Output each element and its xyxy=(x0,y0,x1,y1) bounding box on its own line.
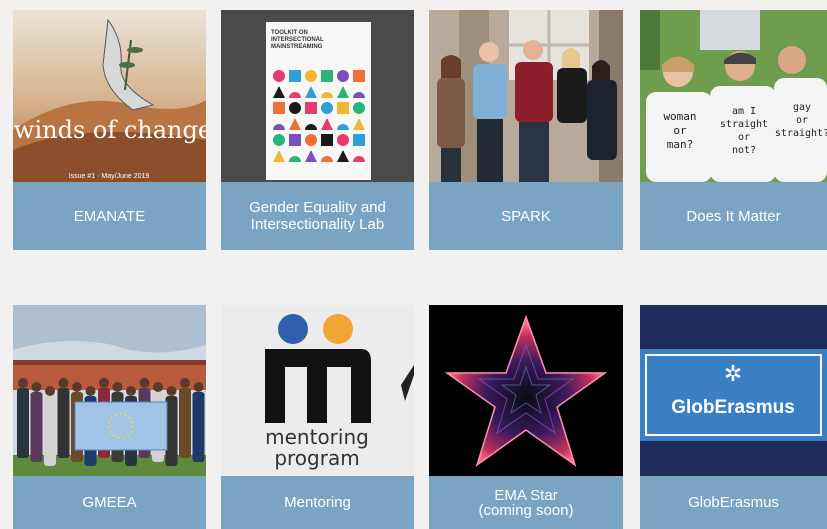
svg-text:not?: not? xyxy=(732,145,756,156)
card-caption: EMA Star (coming soon) xyxy=(429,476,623,529)
toolkit-cover-image: TOOLKIT ON INTERSECTIONAL MAINSTREAMING xyxy=(221,10,414,182)
person-head xyxy=(126,386,136,396)
toolkit-shape xyxy=(273,134,285,146)
card-emanate[interactable]: winds of change Issue #1 · May/June 2019… xyxy=(13,10,206,250)
person-head xyxy=(45,386,55,396)
person-body xyxy=(57,388,70,458)
toolkit-shape xyxy=(305,134,317,146)
caption-text: GMEEA xyxy=(82,494,137,511)
person-head xyxy=(99,378,109,388)
person-head xyxy=(193,382,204,392)
toolkit-shape xyxy=(337,70,349,82)
person-head xyxy=(85,386,96,396)
person-head xyxy=(72,382,82,392)
card-spark[interactable]: SPARK xyxy=(429,10,623,250)
toolkit-shape xyxy=(353,102,365,114)
card-ema-star[interactable]: EMA Star (coming soon) xyxy=(429,305,623,529)
toolkit-shape xyxy=(321,134,333,146)
person-head xyxy=(31,382,42,392)
shirt-text-3: gay xyxy=(793,102,811,113)
person-body xyxy=(17,388,29,458)
card-caption: GlobErasmus xyxy=(640,476,827,529)
toolkit-shape xyxy=(305,102,317,114)
card-gender-equality-lab[interactable]: TOOLKIT ON INTERSECTIONAL MAINSTREAMING … xyxy=(221,10,414,250)
toolkit-shape xyxy=(289,134,301,146)
caption-text: Mentoring xyxy=(284,494,351,511)
svg-text:straight: straight xyxy=(720,119,768,130)
toolkit-shape xyxy=(337,134,349,146)
svg-text:man?: man? xyxy=(667,138,694,151)
toolkit-title: TOOLKIT ON xyxy=(271,30,308,36)
toolkit-shape xyxy=(321,102,333,114)
toolkit-shape xyxy=(353,70,365,82)
emanate-title: winds of change xyxy=(14,116,206,144)
snowflake-icon: ✲ xyxy=(724,362,742,387)
card-caption: Mentoring xyxy=(221,476,414,529)
person-body xyxy=(192,392,205,462)
card-caption: GMEEA xyxy=(13,476,206,529)
svg-text:or: or xyxy=(738,132,750,143)
person-head xyxy=(139,378,150,388)
card-caption: Gender Equality and Intersectionality La… xyxy=(221,182,414,250)
mentoring-logo: mentoring program xyxy=(221,305,414,476)
toolkit-shape xyxy=(305,70,317,82)
ema-star-image xyxy=(429,305,623,476)
svg-text:MAINSTREAMING: MAINSTREAMING xyxy=(271,44,323,50)
emanate-cover-image: winds of change Issue #1 · May/June 2019 xyxy=(13,10,206,182)
svg-text:INTERSECTIONAL: INTERSECTIONAL xyxy=(271,37,324,43)
mentoring-logo-text-2: program xyxy=(274,446,359,470)
card-globerasmus[interactable]: ✲ GlobErasmus GlobErasmus xyxy=(640,305,827,529)
shirt-text-2: am I xyxy=(732,106,756,117)
caption-text: GlobErasmus xyxy=(688,494,779,511)
person-head xyxy=(18,378,28,388)
svg-text:straight?: straight? xyxy=(775,128,827,139)
toolkit-shape xyxy=(321,70,333,82)
svg-text:or: or xyxy=(673,124,687,137)
gmeea-group-photo xyxy=(13,305,206,476)
card-mentoring[interactable]: mentoring program Mentoring xyxy=(221,305,414,529)
caption-text: Does It Matter xyxy=(686,207,781,225)
globerasmus-logo-text: GlobErasmus xyxy=(671,397,795,418)
toolkit-shape xyxy=(353,134,365,146)
person-head xyxy=(58,378,69,388)
caption-text: EMANATE xyxy=(73,207,146,225)
person-head xyxy=(112,382,123,392)
toolkit-shape xyxy=(289,102,301,114)
card-caption: EMANATE xyxy=(13,182,206,250)
card-caption: Does It Matter xyxy=(640,182,827,250)
spark-group-photo xyxy=(429,10,623,182)
toolkit-shape xyxy=(337,102,349,114)
svg-text:or: or xyxy=(796,115,808,126)
person-body xyxy=(44,396,56,466)
card-caption: SPARK xyxy=(429,182,623,250)
caption-text: Gender Equality and Intersectionality La… xyxy=(249,199,386,233)
toolkit-shape xyxy=(273,70,285,82)
caption-subtext: (coming soon) xyxy=(478,501,574,519)
caption-text: SPARK xyxy=(501,207,551,225)
emanate-issue: Issue #1 · May/June 2019 xyxy=(69,173,150,180)
person-head xyxy=(166,386,177,396)
person-body xyxy=(179,388,191,458)
card-does-it-matter[interactable]: woman or man? am I straight or not? gay … xyxy=(640,10,827,250)
person-head xyxy=(153,382,163,392)
person-body xyxy=(30,392,43,462)
toolkit-shape xyxy=(273,102,285,114)
caption-text: EMA Star xyxy=(494,486,558,504)
shirt-text-1: woman xyxy=(663,110,696,123)
toolkit-shape xyxy=(289,70,301,82)
does-it-matter-photo: woman or man? am I straight or not? gay … xyxy=(640,10,827,182)
person-head xyxy=(180,378,190,388)
card-gmeea[interactable]: GMEEA xyxy=(13,305,206,529)
globerasmus-logo: ✲ GlobErasmus xyxy=(640,305,827,476)
